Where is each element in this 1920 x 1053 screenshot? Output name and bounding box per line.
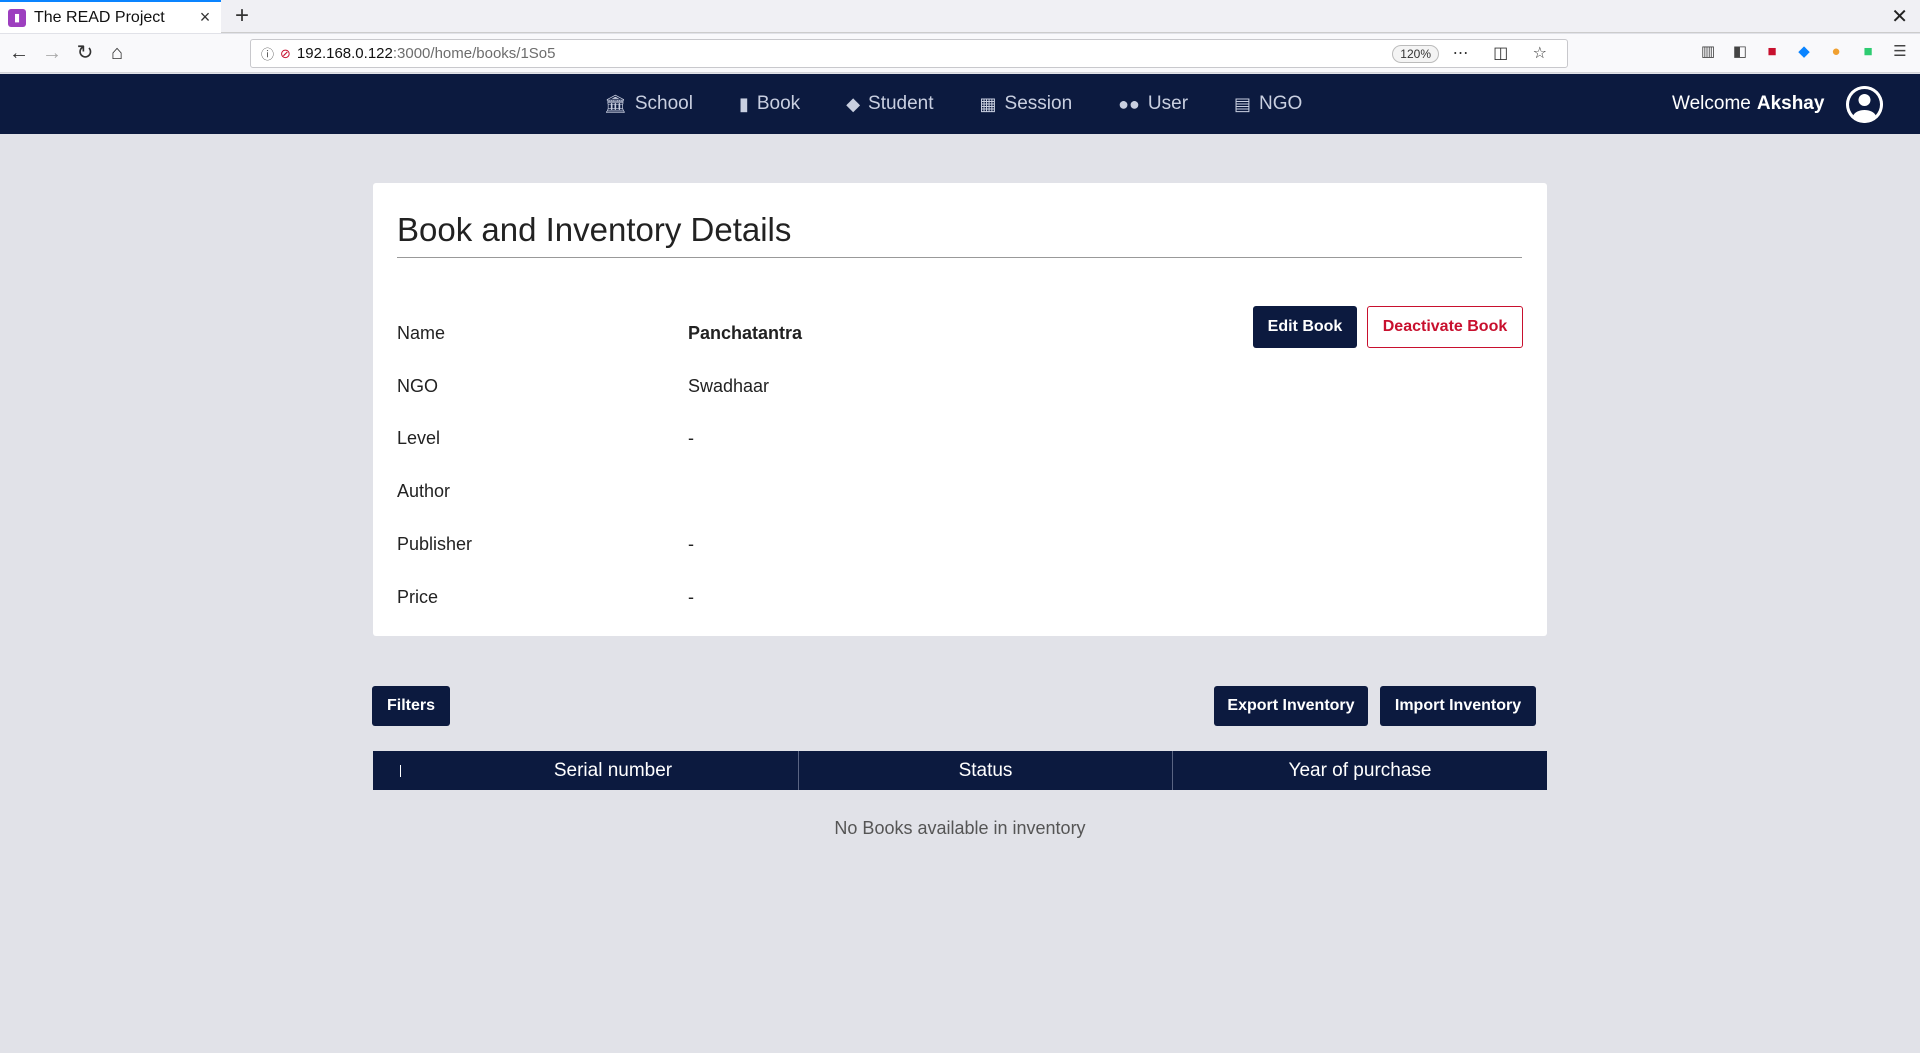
zoom-indicator[interactable]: 120% [1392, 45, 1439, 63]
detail-row-publisher: Publisher - [397, 534, 1097, 564]
page-actions-icons[interactable]: ⋯ ◫ ☆ [1453, 43, 1557, 63]
detail-value: - [688, 587, 694, 607]
url-host: 192.168.0.122 [296, 45, 393, 62]
checkbox-icon [400, 764, 401, 777]
menu-item-user[interactable]: ●● User [1118, 93, 1188, 115]
extension-green-icon[interactable]: ■ [1858, 42, 1878, 62]
detail-label: Price [397, 587, 439, 607]
column-header-status[interactable]: Status [799, 751, 1173, 790]
library-icon[interactable]: ▥ [1698, 42, 1718, 62]
title-divider [397, 257, 1522, 258]
browser-tab-bar: ▮ The READ Project × + ✕ [0, 0, 1920, 33]
menu-label: Session [1004, 93, 1073, 114]
filters-button[interactable]: Filters [372, 686, 450, 726]
detail-label: Name [397, 323, 446, 343]
detail-label: Level [397, 428, 441, 448]
building-icon: ▤ [1234, 93, 1252, 114]
export-inventory-button[interactable]: Export Inventory [1214, 686, 1368, 726]
menu-label: User [1147, 93, 1189, 114]
browser-tab[interactable]: ▮ The READ Project × [0, 0, 221, 33]
detail-row-price: Price - [397, 587, 1097, 617]
detail-row-author: Author [397, 481, 1097, 511]
welcome-text: Welcome [1672, 93, 1751, 114]
detail-value: - [688, 428, 694, 448]
extension-red-icon[interactable]: ■ [1762, 42, 1782, 62]
tab-title: The READ Project [34, 8, 165, 26]
deactivate-book-button[interactable]: Deactivate Book [1367, 306, 1523, 348]
info-icon[interactable]: ⓘ [261, 44, 274, 63]
menu-label: Book [756, 93, 801, 114]
home-icon[interactable]: ⌂ [104, 40, 130, 66]
menu-item-ngo[interactable]: ▤ NGO [1234, 93, 1302, 115]
empty-inventory-message: No Books available in inventory [834, 818, 1086, 838]
extension-orange-icon[interactable]: ● [1826, 42, 1846, 62]
welcome-message: Welcome Akshay [1672, 74, 1824, 134]
menu-item-student[interactable]: ◆ Student [846, 93, 933, 115]
app-favicon-icon: ▮ [8, 8, 26, 27]
detail-row-ngo: NGO Swadhaar [397, 376, 1097, 406]
detail-label: NGO [397, 376, 439, 396]
users-icon: ●● [1118, 93, 1140, 114]
browser-toolbar: ▥ ◧ ■ ◆ ● ■ ☰ [1698, 42, 1910, 62]
forward-arrow-icon[interactable]: → [39, 40, 65, 66]
edit-book-button[interactable]: Edit Book [1253, 306, 1357, 348]
menu-label: School [634, 93, 693, 114]
address-bar[interactable]: ⓘ ⊘ 192.168.0.122 :3000/home/books/1So5 … [250, 39, 1568, 68]
user-avatar-icon[interactable] [1846, 86, 1883, 123]
menu-item-book[interactable]: ▮ Book [739, 93, 800, 115]
detail-row-name: Name Panchatantra [397, 323, 1097, 353]
detail-value: - [688, 534, 694, 554]
app-header: 🏛︎ School ▮ Book ◆ Student ▦ Session ●● … [0, 74, 1920, 134]
menu-icon[interactable]: ☰ [1890, 42, 1910, 62]
sidebar-icon[interactable]: ◧ [1730, 42, 1750, 62]
detail-value: Swadhaar [688, 376, 770, 396]
inventory-table-header: Serial number Status Year of purchase [373, 751, 1547, 790]
url-path: :3000/home/books/1So5 [392, 45, 556, 62]
extension-blue-icon[interactable]: ◆ [1794, 42, 1814, 62]
import-inventory-button[interactable]: Import Inventory [1380, 686, 1536, 726]
menu-item-school[interactable]: 🏛︎ School [604, 93, 693, 115]
insecure-lock-icon: ⊘ [280, 45, 291, 61]
back-arrow-icon[interactable]: ← [6, 40, 32, 66]
page-title: Book and Inventory Details [397, 211, 792, 248]
column-header-year[interactable]: Year of purchase [1173, 751, 1547, 790]
book-icon: ▮ [738, 93, 749, 114]
detail-label: Publisher [397, 534, 473, 554]
menu-label: Student [868, 93, 934, 114]
user-name: Akshay [1756, 93, 1825, 114]
new-tab-button[interactable]: + [229, 2, 255, 30]
close-window-icon[interactable]: ✕ [1891, 4, 1908, 29]
book-details-card: Book and Inventory Details Name Panchata… [373, 183, 1547, 636]
detail-label: Author [397, 481, 451, 501]
graduation-cap-icon: ◆ [846, 93, 861, 114]
detail-value: Panchatantra [688, 323, 803, 343]
menu-label: NGO [1259, 93, 1303, 114]
calendar-icon: ▦ [979, 93, 997, 114]
menu-item-session[interactable]: ▦ Session [980, 93, 1073, 115]
main-menu: 🏛︎ School ▮ Book ◆ Student ▦ Session ●● … [604, 74, 1348, 134]
close-tab-icon[interactable]: × [193, 7, 217, 28]
browser-nav-bar: ← → ↻ ⌂ ⓘ ⊘ 192.168.0.122 :3000/home/boo… [0, 34, 1920, 73]
select-all-checkbox[interactable] [373, 751, 428, 790]
bank-icon: 🏛︎ [604, 93, 627, 114]
column-header-serial[interactable]: Serial number [428, 751, 799, 790]
reload-icon[interactable]: ↻ [72, 40, 98, 66]
detail-row-level: Level - [397, 428, 1097, 458]
